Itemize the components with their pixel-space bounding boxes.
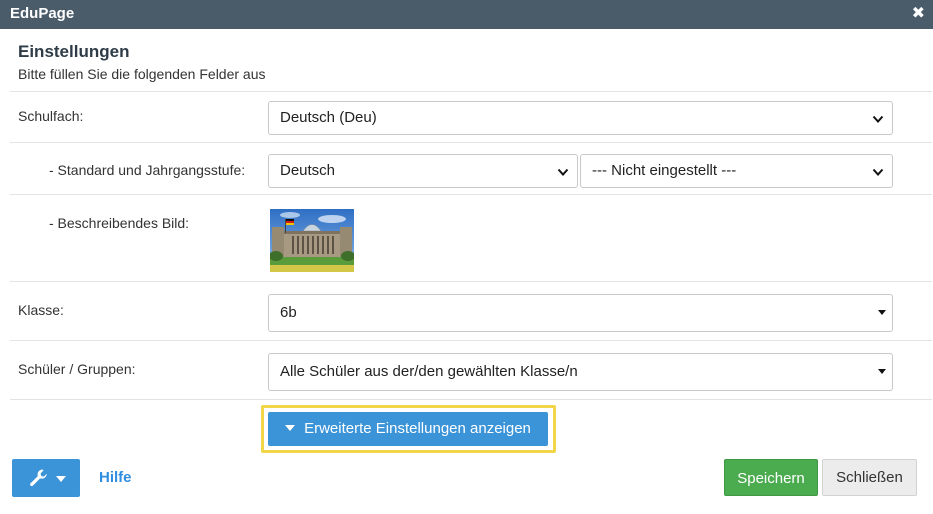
level-select[interactable]: --- Nicht eingestellt --- (580, 154, 893, 188)
caret-down-icon (878, 369, 886, 374)
class-value: 6b (280, 304, 297, 321)
divider (10, 281, 932, 282)
divider (10, 142, 932, 143)
students-label: Schüler / Gruppen: (18, 361, 136, 377)
caret-down-icon (56, 476, 66, 482)
divider (10, 399, 932, 400)
chevron-down-icon (872, 168, 884, 176)
subject-value: Deutsch (Deu) (280, 109, 377, 126)
caret-down-icon (878, 310, 886, 315)
standard-select[interactable]: Deutsch (268, 154, 578, 188)
save-button[interactable]: Speichern (724, 459, 818, 496)
advanced-settings-button[interactable]: Erweiterte Einstellungen anzeigen (268, 412, 548, 446)
page-title: Einstellungen (18, 42, 130, 61)
close-icon[interactable]: ✖ (912, 5, 925, 23)
wrench-icon (30, 469, 47, 487)
subject-label: Schulfach: (18, 108, 84, 124)
page-subtitle: Bitte füllen Sie die folgenden Felder au… (18, 66, 266, 82)
students-value: Alle Schüler aus der/den gewählten Klass… (280, 363, 578, 380)
close-button[interactable]: Schließen (822, 459, 917, 496)
divider (10, 194, 932, 195)
dialog-titlebar: EduPage ✖ (0, 0, 933, 29)
level-value: --- Nicht eingestellt --- (592, 162, 737, 179)
divider (10, 340, 932, 341)
reichstag-image[interactable] (270, 209, 354, 272)
help-link[interactable]: Hilfe (99, 469, 132, 486)
advanced-settings-label: Erweiterte Einstellungen anzeigen (304, 420, 531, 437)
image-label: - Beschreibendes Bild: (49, 215, 190, 231)
class-label: Klasse: (18, 302, 64, 318)
standard-label: - Standard und Jahrgangsstufe: (49, 162, 246, 178)
chevron-down-icon (872, 115, 884, 123)
students-select[interactable]: Alle Schüler aus der/den gewählten Klass… (268, 353, 893, 391)
divider (10, 91, 932, 92)
subject-select[interactable]: Deutsch (Deu) (268, 101, 893, 135)
dialog-header: Einstellungen Bitte füllen Sie die folge… (18, 42, 266, 82)
dialog-title: EduPage (10, 5, 75, 22)
chevron-down-icon (557, 168, 569, 176)
standard-value: Deutsch (280, 162, 336, 179)
class-select[interactable]: 6b (268, 294, 893, 332)
tools-menu-button[interactable] (12, 459, 80, 497)
caret-down-icon (285, 425, 296, 432)
